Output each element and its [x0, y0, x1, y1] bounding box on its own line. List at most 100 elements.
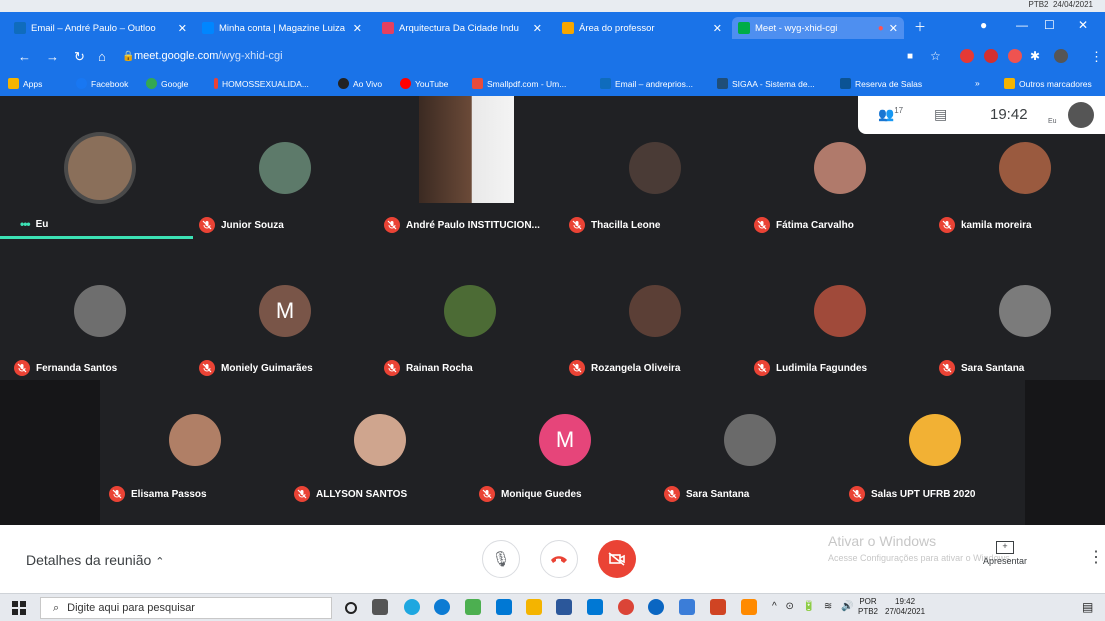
browser-tab-magazine[interactable]: Minha conta | Magazine Luiza ✕ — [196, 17, 368, 39]
leave-call-button[interactable] — [540, 540, 578, 578]
browser-tab-meet[interactable]: Meet - wyg-xhid-cgi ● ✕ — [732, 17, 904, 39]
microphone-button[interactable]: 🎙 — [482, 540, 520, 578]
bookmark-star-icon[interactable]: ☆ — [930, 49, 941, 63]
bookmark-sigaa[interactable]: SIGAA - Sistema de... — [717, 78, 815, 89]
bookmark-reserva-salas[interactable]: Reserva de Salas — [840, 78, 922, 89]
self-avatar[interactable] — [1068, 102, 1094, 128]
participant-tile[interactable]: Sara Santana — [650, 382, 835, 525]
participant-tile[interactable]: Fernanda Santos — [0, 239, 185, 382]
browser-menu-icon[interactable]: ⋮ — [1090, 49, 1103, 65]
camera-toggle-button[interactable] — [598, 540, 636, 578]
participant-tile[interactable]: Elisama Passos — [95, 382, 280, 525]
bookmark-apps[interactable]: Apps — [8, 78, 42, 89]
avatar — [629, 142, 681, 194]
profile-icon[interactable]: ● — [980, 18, 987, 32]
app-icon[interactable] — [648, 599, 664, 615]
participant-name: Thacilla Leone — [591, 219, 661, 231]
participant-tile[interactable]: ALLYSON SANTOS — [280, 382, 465, 525]
cortana-icon[interactable] — [345, 602, 357, 614]
participant-name: Fátima Carvalho — [776, 219, 854, 231]
browser-tab-arquitectura[interactable]: Arquitectura Da Cidade Indu ✕ — [376, 17, 548, 39]
app-icon[interactable] — [741, 599, 757, 615]
participant-tile[interactable]: ••• Eu — [0, 96, 185, 239]
more-options-icon[interactable]: ⋮ — [1088, 547, 1104, 567]
extension-icon[interactable] — [1008, 49, 1022, 63]
extensions-puzzle-icon[interactable]: ✱ — [1030, 49, 1040, 63]
participant-name-tag: Rozangela Oliveira — [569, 360, 680, 376]
participant-name: Monique Guedes — [501, 488, 582, 500]
taskbar-clock[interactable]: 19:42 27/04/2021 — [885, 597, 925, 617]
avatar[interactable] — [1054, 49, 1068, 63]
chrome-icon[interactable] — [618, 599, 634, 615]
reload-icon[interactable]: ↻ — [74, 49, 85, 65]
browser-tab-professor[interactable]: Área do professor ✕ — [556, 17, 728, 39]
avatar — [354, 414, 406, 466]
participant-name-tag: Moniely Guimarães — [199, 360, 313, 376]
close-window-icon[interactable]: ✕ — [1078, 18, 1088, 32]
minimize-icon[interactable]: — — [1016, 18, 1028, 32]
present-button[interactable]: + Apresentar — [975, 541, 1035, 566]
chat-icon[interactable]: ▤ — [934, 106, 947, 123]
participant-tile[interactable]: Rozangela Oliveira — [555, 239, 740, 382]
notifications-icon[interactable]: ▤ — [1082, 600, 1093, 614]
close-tab-icon[interactable]: ✕ — [533, 22, 542, 35]
mail-icon[interactable] — [496, 599, 512, 615]
task-view-icon[interactable] — [372, 599, 388, 615]
participant-tile[interactable]: Rainan Rocha — [370, 239, 555, 382]
system-tray-icons[interactable]: ^ ⊙ 🔋 ≋ 🔊 — [772, 601, 856, 612]
edge-icon[interactable] — [434, 599, 450, 615]
bookmarks-overflow-icon[interactable]: » — [975, 78, 980, 88]
participant-tile[interactable]: M Moniely Guimarães — [185, 239, 370, 382]
bookmark-homossexualida[interactable]: HOMOSSEXUALIDA... — [214, 78, 309, 89]
outlook-icon — [600, 78, 611, 89]
close-tab-icon[interactable]: ✕ — [713, 22, 722, 35]
camera-permission-icon[interactable]: ■ — [907, 51, 913, 62]
participant-tile[interactable]: Sara Santana — [925, 239, 1105, 382]
participant-tile[interactable]: Ludimila Fagundes — [740, 239, 925, 382]
word-icon[interactable] — [556, 599, 572, 615]
maximize-icon[interactable]: ☐ — [1044, 18, 1055, 32]
file-explorer-icon[interactable] — [526, 599, 542, 615]
skype-icon[interactable] — [404, 599, 420, 615]
input-language-indicator[interactable]: POR PTB2 — [858, 597, 878, 617]
taskbar-search-field[interactable]: ⌕ Digite aqui para pesquisar — [40, 597, 332, 619]
powerpoint-icon[interactable] — [710, 599, 726, 615]
participant-name: André Paulo INSTITUCION... — [406, 219, 540, 231]
bookmark-facebook[interactable]: Facebook — [76, 78, 128, 89]
participant-tile[interactable]: André Paulo INSTITUCION... — [370, 96, 555, 239]
bookmark-ao-vivo[interactable]: Ao Vivo — [338, 78, 382, 89]
close-tab-icon[interactable]: ✕ — [353, 22, 362, 35]
bookmark-email[interactable]: Email – andreprios... — [600, 78, 693, 89]
participant-name: Salas UPT UFRB 2020 — [871, 488, 976, 500]
app-icon[interactable] — [679, 599, 695, 615]
windows-activation-title: Ativar o Windows — [828, 533, 937, 549]
back-icon[interactable]: ← — [18, 49, 31, 64]
participant-tile[interactable]: Thacilla Leone — [555, 96, 740, 239]
meeting-details-toggle[interactable]: Detalhes da reunião ⌃ — [26, 552, 164, 568]
bookmark-smallpdf[interactable]: Smallpdf.com - Um... — [472, 78, 566, 89]
participant-tile[interactable]: Salas UPT UFRB 2020 — [835, 382, 1020, 525]
browser-tab-outlook[interactable]: Email – André Paulo – Outloo ✕ — [8, 17, 193, 39]
extension-icon[interactable] — [984, 49, 998, 63]
bookmark-youtube[interactable]: YouTube — [400, 78, 448, 89]
close-tab-icon[interactable]: ✕ — [178, 22, 187, 35]
bookmark-google[interactable]: Google — [146, 78, 188, 89]
participant-tile[interactable]: M Monique Guedes — [465, 382, 650, 525]
bookmark-outros[interactable]: Outros marcadores — [1004, 78, 1092, 89]
hang-up-icon — [551, 556, 567, 563]
participant-name: Sara Santana — [961, 362, 1025, 374]
participant-name-tag: Monique Guedes — [479, 486, 582, 502]
windows-start-icon[interactable] — [12, 601, 26, 615]
close-tab-icon[interactable]: ✕ — [889, 22, 898, 35]
participant-tile[interactable]: Junior Souza — [185, 96, 370, 239]
participant-name: Rainan Rocha — [406, 362, 473, 374]
new-tab-icon[interactable]: ＋ — [914, 18, 926, 35]
home-icon[interactable]: ⌂ — [98, 49, 106, 64]
app-icon[interactable] — [465, 599, 481, 615]
extension-icon[interactable] — [960, 49, 974, 63]
url-field[interactable]: meet.google.com/wyg-xhid-cgi — [134, 50, 283, 62]
youtube-icon — [400, 78, 411, 89]
people-icon[interactable]: 👥17 — [878, 106, 903, 122]
forward-icon[interactable]: → — [46, 49, 59, 64]
store-icon[interactable] — [587, 599, 603, 615]
